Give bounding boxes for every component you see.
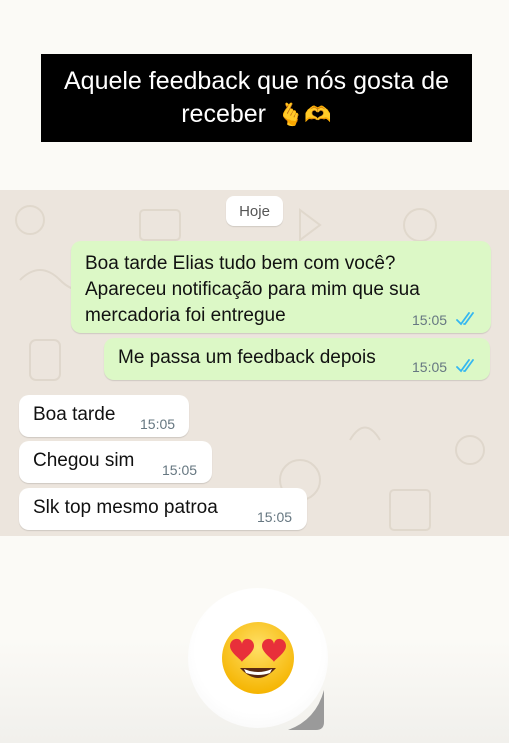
caption-emojis: 🫰🫶: [276, 102, 332, 127]
message-bubble-incoming[interactable]: Slk top mesmo patroa 15:05: [19, 488, 307, 530]
message-text: Chegou sim: [33, 450, 135, 471]
caption-text-block: Aquele feedback que nós gosta de receber…: [55, 65, 458, 131]
message-time: 15:05: [412, 359, 448, 375]
message-time: 15:05: [257, 509, 293, 525]
date-chip: Hoje: [226, 196, 283, 226]
message-bubble-outgoing[interactable]: Me passa um feedback depois 15:05: [104, 338, 490, 380]
heart-eyes-emoji-icon: [222, 622, 294, 694]
double-check-icon: [456, 312, 474, 326]
message-bubble-incoming[interactable]: Chegou sim 15:05: [19, 441, 212, 483]
message-text: Boa tarde: [33, 404, 116, 425]
story-caption: Aquele feedback que nós gosta de receber…: [41, 54, 472, 142]
message-time: 15:05: [162, 462, 198, 478]
message-bubble-outgoing[interactable]: Boa tarde Elias tudo bem com você? Apare…: [71, 241, 491, 333]
message-bubble-incoming[interactable]: Boa tarde 15:05: [19, 395, 189, 437]
message-time: 15:05: [140, 416, 176, 432]
message-text: Slk top mesmo patroa: [33, 497, 218, 518]
double-check-icon: [456, 359, 474, 373]
message-text: Me passa um feedback depois: [118, 347, 376, 368]
caption-text: Aquele feedback que nós gosta de receber: [63, 67, 450, 128]
message-time: 15:05: [412, 312, 448, 328]
page-curl-shape: [288, 690, 324, 730]
message-text: Boa tarde Elias tudo bem com você? Apare…: [85, 253, 420, 326]
